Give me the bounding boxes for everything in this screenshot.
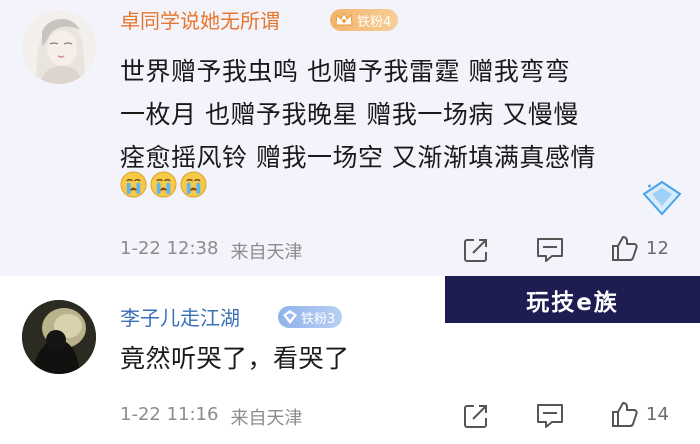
like-icon bbox=[612, 236, 638, 261]
comment-text-line: 一枚月 也赠予我晚星 赠我一场病 又慢慢 bbox=[120, 100, 579, 129]
reply-icon bbox=[537, 238, 563, 262]
like-count: 14 bbox=[646, 403, 669, 425]
avatar-user-2[interactable] bbox=[22, 300, 96, 374]
comment-meta-2: 1-22 11:16 来自天津 bbox=[120, 404, 302, 430]
username-2[interactable]: 李子儿走江湖 bbox=[120, 307, 240, 329]
comment-meta-1: 1-22 12:38 来自天津 bbox=[120, 238, 302, 264]
like-button[interactable]: 12 bbox=[610, 234, 669, 262]
comment-text-2: 竟然听哭了，看哭了 bbox=[120, 344, 350, 373]
crown-icon bbox=[335, 11, 353, 26]
crying-face-emoji bbox=[180, 171, 207, 198]
comment-date: 1-22 11:16 bbox=[120, 404, 219, 425]
avatar-user-1[interactable] bbox=[22, 10, 96, 84]
comment-location: 来自天津 bbox=[230, 408, 303, 429]
watermark-text: 玩技e族 bbox=[526, 289, 619, 316]
crying-face-emoji bbox=[120, 171, 147, 198]
comment-date: 1-22 12:38 bbox=[120, 238, 219, 259]
reply-icon bbox=[537, 404, 563, 428]
share-icon bbox=[464, 405, 487, 428]
comment-location: 来自天津 bbox=[230, 242, 303, 263]
like-icon bbox=[612, 402, 638, 427]
reply-button[interactable] bbox=[535, 236, 565, 264]
comment-text-1: 世界赠予我虫鸣 也赠予我雷霆 赠我弯弯 一枚月 也赠予我晚星 赠我一场病 又慢慢… bbox=[120, 50, 680, 179]
emoji-row bbox=[120, 171, 207, 198]
comment-text-line: 世界赠予我虫鸣 也赠予我雷霆 赠我弯弯 bbox=[120, 57, 571, 86]
gem-decoration-icon bbox=[642, 180, 682, 216]
share-button[interactable] bbox=[462, 236, 490, 264]
fan-badge-2: 铁粉3 bbox=[278, 306, 343, 328]
diamond-icon bbox=[283, 310, 297, 324]
crying-face-emoji bbox=[150, 171, 177, 198]
like-button[interactable]: 14 bbox=[610, 400, 669, 428]
reply-button[interactable] bbox=[535, 402, 565, 430]
fan-badge-1: 铁粉4 bbox=[330, 9, 399, 31]
fan-badge-label: 铁粉4 bbox=[357, 14, 392, 30]
username-1[interactable]: 卓同学说她无所谓 bbox=[120, 10, 280, 32]
share-button[interactable] bbox=[462, 402, 490, 430]
fan-badge-label: 铁粉3 bbox=[301, 311, 336, 327]
share-icon bbox=[464, 239, 487, 262]
watermark: 玩技e族 bbox=[445, 276, 700, 323]
like-count: 12 bbox=[646, 237, 669, 259]
